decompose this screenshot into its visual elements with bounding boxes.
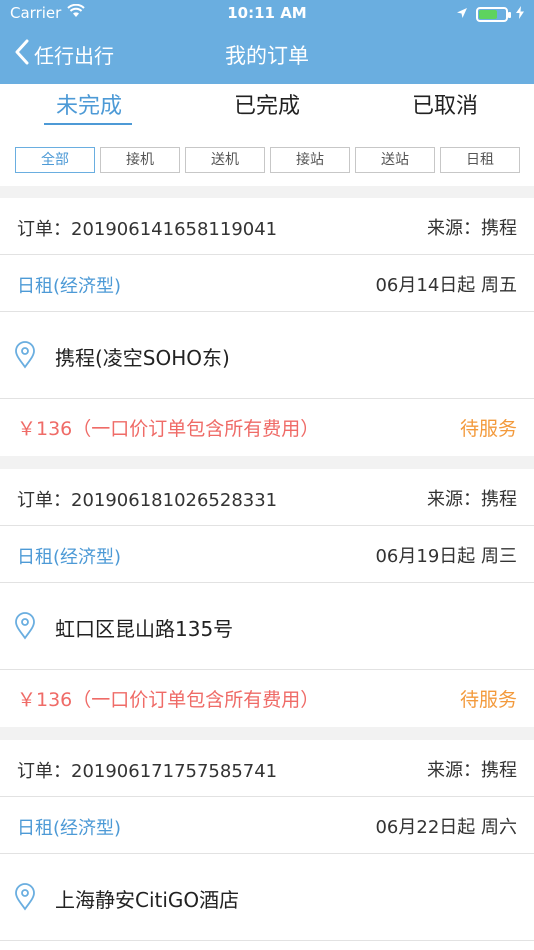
pickup-address: 携程(凌空SOHO东) xyxy=(55,346,230,370)
pickup-address: 虹口区昆山路135号 xyxy=(55,617,234,641)
order-price: ￥136（一口价订单包含所有费用） xyxy=(17,418,320,440)
service-type: 日租(经济型) xyxy=(17,818,122,839)
order-price-row: ￥136（一口价订单包含所有费用） 待服务 xyxy=(0,670,534,727)
location-pin-icon xyxy=(14,883,36,915)
filter-daily-rental[interactable]: 日租 xyxy=(440,147,520,173)
filter-bar: 全部 接机 送机 接站 送站 日租 xyxy=(0,134,534,186)
location-pin-icon xyxy=(14,612,36,644)
battery-icon xyxy=(476,6,511,22)
pickup-address: 上海静安CitiGO酒店 xyxy=(55,888,240,912)
tab-cancelled[interactable]: 已取消 xyxy=(356,84,534,134)
order-number: 订单：201906171757585741 xyxy=(17,761,278,782)
order-header-row: 订单：201906141658119041 来源：携程 xyxy=(0,198,534,255)
status-time: 10:11 AM xyxy=(227,4,307,22)
order-service-row: 日租(经济型) 06月14日起 周五 xyxy=(0,255,534,312)
filter-station-dropoff[interactable]: 送站 xyxy=(355,147,435,173)
order-header-row: 订单：201906181026528331 来源：携程 xyxy=(0,469,534,526)
active-tab-indicator xyxy=(44,123,132,125)
filter-airport-dropoff[interactable]: 送机 xyxy=(185,147,265,173)
app-header: Carrier 10:11 AM 任行出行 我的订单 xyxy=(0,0,534,84)
location-pin-icon xyxy=(14,341,36,373)
order-number: 订单：201906141658119041 xyxy=(17,219,278,240)
order-service-row: 日租(经济型) 06月22日起 周六 xyxy=(0,797,534,854)
back-label: 任行出行 xyxy=(34,43,114,68)
location-arrow-icon xyxy=(456,5,468,23)
order-date: 06月22日起 周六 xyxy=(375,817,517,838)
status-tabs: 未完成 已完成 已取消 xyxy=(0,84,534,134)
order-source: 来源：携程 xyxy=(427,218,517,239)
order-service-row: 日租(经济型) 06月19日起 周三 xyxy=(0,526,534,583)
service-type: 日租(经济型) xyxy=(17,547,122,568)
status-bar: Carrier 10:11 AM xyxy=(0,0,534,28)
filter-all[interactable]: 全部 xyxy=(15,147,95,173)
order-source: 来源：携程 xyxy=(427,760,517,781)
order-card[interactable]: 订单：201906171757585741 来源：携程 日租(经济型) 06月2… xyxy=(0,740,534,950)
charging-icon xyxy=(516,5,524,23)
order-date: 06月19日起 周三 xyxy=(375,546,517,567)
filter-station-pickup[interactable]: 接站 xyxy=(270,147,350,173)
order-header-row: 订单：201906171757585741 来源：携程 xyxy=(0,740,534,797)
order-date: 06月14日起 周五 xyxy=(375,275,517,296)
order-address-row: 虹口区昆山路135号 xyxy=(0,583,534,670)
order-price-row: ￥136（一口价订单包含所有费用） 待服务 xyxy=(0,399,534,456)
order-card[interactable]: 订单：201906181026528331 来源：携程 日租(经济型) 06月1… xyxy=(0,469,534,727)
order-price: ￥136（一口价订单包含所有费用） xyxy=(17,689,320,711)
order-number: 订单：201906181026528331 xyxy=(17,490,278,511)
service-type: 日租(经济型) xyxy=(17,276,122,297)
back-button[interactable]: 任行出行 xyxy=(14,38,114,70)
order-status-badge: 待服务 xyxy=(459,418,517,440)
order-address-row: 携程(凌空SOHO东) xyxy=(0,312,534,399)
order-source: 来源：携程 xyxy=(427,489,517,510)
order-status-badge: 待服务 xyxy=(459,689,517,711)
status-right xyxy=(456,5,524,23)
tab-completed[interactable]: 已完成 xyxy=(178,84,356,134)
order-address-row: 上海静安CitiGO酒店 xyxy=(0,854,534,941)
filter-airport-pickup[interactable]: 接机 xyxy=(100,147,180,173)
chevron-left-icon xyxy=(14,39,30,70)
tab-incomplete[interactable]: 未完成 xyxy=(0,84,178,134)
order-card[interactable]: 订单：201906141658119041 来源：携程 日租(经济型) 06月1… xyxy=(0,198,534,456)
